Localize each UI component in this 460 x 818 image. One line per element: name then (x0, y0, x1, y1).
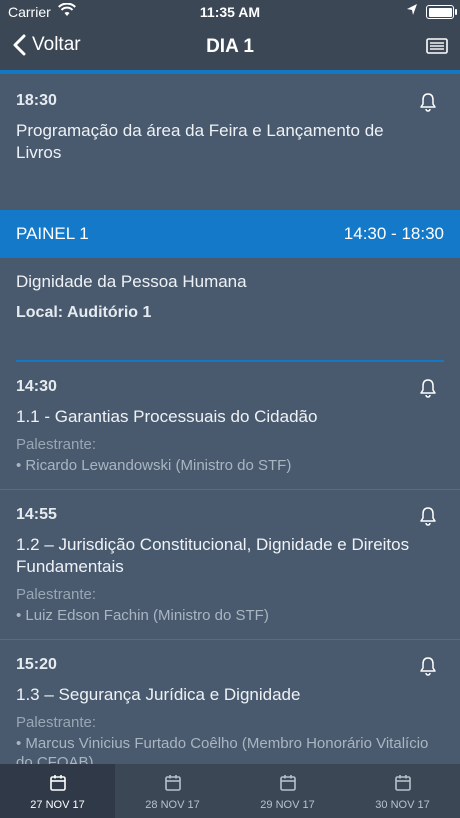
tab-label: 29 NOV 17 (260, 799, 315, 811)
bell-icon[interactable] (418, 378, 438, 403)
location-arrow-icon (406, 3, 418, 20)
session-item[interactable]: 18:30 Programação da área da Feira e Lan… (0, 74, 460, 164)
session-time: 18:30 (16, 92, 57, 109)
talk-time: 15:20 (16, 656, 57, 673)
talk-item[interactable]: 15:20 1.3 – Segurança Jurídica e Dignida… (0, 640, 460, 764)
day-tab-bar: 27 NOV 17 28 NOV 17 29 NOV 17 30 NOV 17 (0, 764, 460, 818)
bell-icon[interactable] (418, 92, 438, 117)
talk-title: 1.1 - Garantias Processuais do Cidadão (16, 407, 318, 426)
panel-name: Dignidade da Pessoa Humana (16, 272, 247, 291)
speaker-label: Palestrante: (16, 586, 97, 603)
panel-header: PAINEL 1 14:30 - 18:30 (0, 210, 460, 258)
bell-icon[interactable] (418, 506, 438, 531)
speaker-name: • Luiz Edson Fachin (Ministro do STF) (16, 607, 269, 624)
speaker-label: Palestrante: (16, 436, 97, 453)
speaker-label: Palestrante: (16, 714, 97, 731)
battery-icon (426, 5, 457, 19)
tab-30-nov[interactable]: 30 NOV 17 (345, 764, 460, 818)
bell-icon[interactable] (418, 656, 438, 681)
panel-label: PAINEL 1 (16, 224, 89, 243)
tab-27-nov[interactable]: 27 NOV 17 (0, 764, 115, 818)
session-title: Programação da área da Feira e Lançament… (16, 121, 384, 162)
talk-item[interactable]: 14:55 1.2 – Jurisdição Constitucional, D… (0, 490, 460, 640)
talk-title: 1.2 – Jurisdição Constitucional, Dignida… (16, 535, 410, 576)
calendar-icon (394, 775, 411, 791)
page-title: DIA 1 (206, 36, 254, 57)
status-bar: Carrier 11:35 AM (0, 0, 460, 24)
talk-time: 14:30 (16, 378, 57, 395)
calendar-icon (49, 775, 66, 791)
calendar-icon (279, 775, 296, 791)
panel-info: Dignidade da Pessoa Humana Local: Auditó… (0, 258, 460, 322)
talk-time: 14:55 (16, 506, 57, 523)
calendar-icon (164, 775, 181, 791)
panel-location: Local: Auditório 1 (16, 304, 152, 321)
talk-item[interactable]: 14:30 1.1 - Garantias Processuais do Cid… (0, 362, 460, 490)
speaker-name: • Marcus Vinicius Furtado Coêlho (Membro… (16, 735, 429, 764)
tab-29-nov[interactable]: 29 NOV 17 (230, 764, 345, 818)
tab-label: 30 NOV 17 (375, 799, 430, 811)
tab-label: 27 NOV 17 (30, 799, 85, 811)
tab-label: 28 NOV 17 (145, 799, 200, 811)
nav-bar: Voltar DIA 1 (0, 24, 460, 70)
schedule-list[interactable]: 18:30 Programação da área da Feira e Lan… (0, 74, 460, 764)
talk-title: 1.3 – Segurança Jurídica e Dignidade (16, 685, 301, 704)
list-view-button[interactable] (426, 38, 448, 59)
list-icon (426, 38, 448, 54)
speaker-name: • Ricardo Lewandowski (Ministro do STF) (16, 457, 292, 474)
status-time: 11:35 AM (199, 4, 261, 20)
tab-28-nov[interactable]: 28 NOV 17 (115, 764, 230, 818)
panel-time-range: 14:30 - 18:30 (343, 224, 444, 243)
